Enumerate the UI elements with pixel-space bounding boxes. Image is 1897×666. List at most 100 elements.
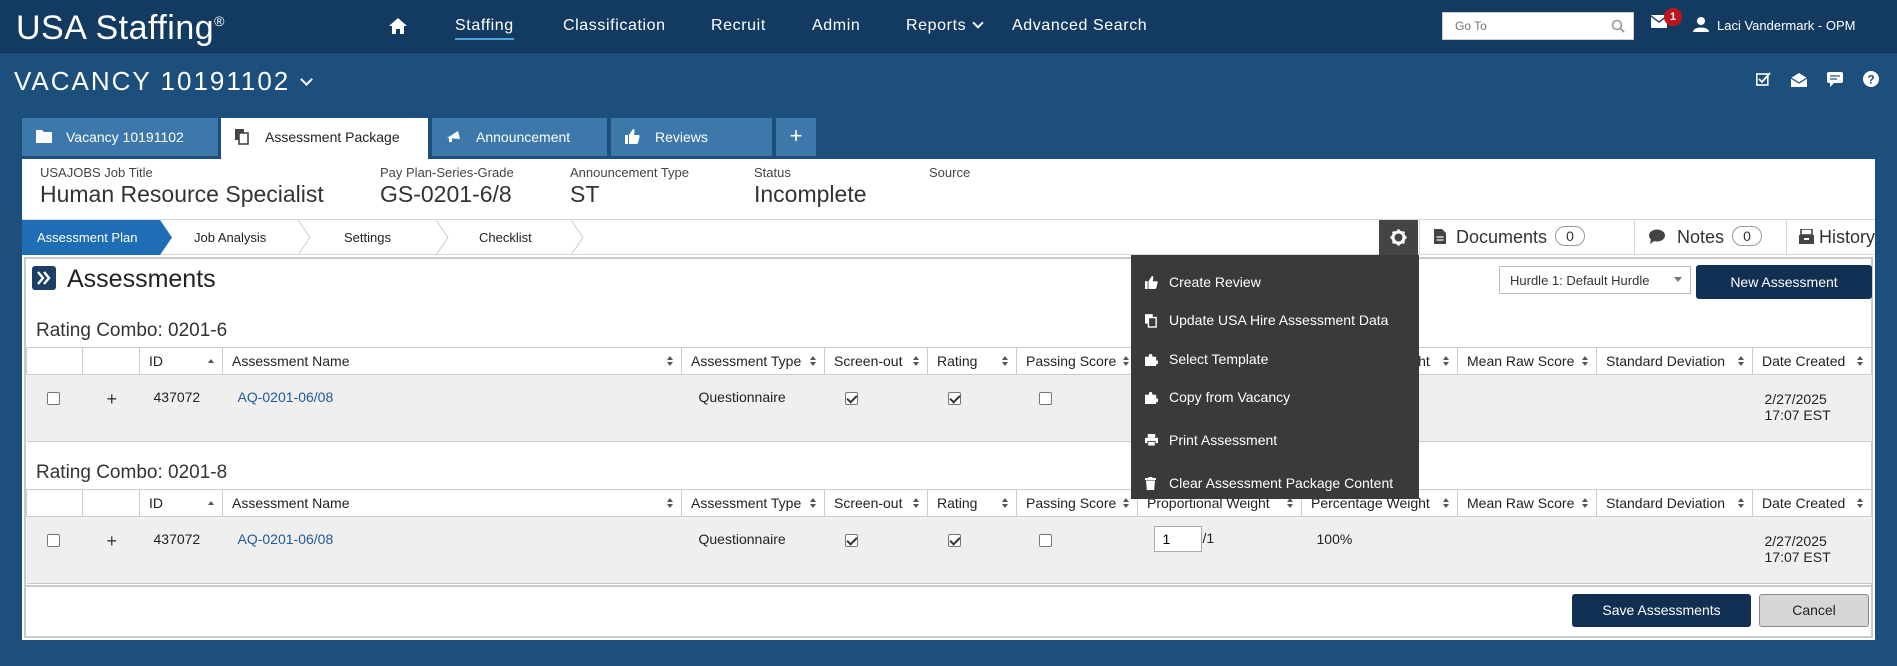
rating-checkbox[interactable] [947,391,961,405]
menu-update-usa-hire[interactable]: Update USA Hire Assessment Data [1131,306,1419,336]
info-job-title: USAJOBS Job Title Human Resource Special… [40,165,324,208]
help-icon[interactable]: ? [1863,71,1879,90]
info-status-label: Status [754,165,791,180]
column-standard-deviation[interactable]: Standard Deviation [1596,489,1753,517]
column-standard-deviation[interactable]: Standard Deviation [1596,347,1753,375]
nav-advanced-search[interactable]: Advanced Search [1012,17,1147,35]
documents-label: Documents [1456,227,1548,247]
row-select-checkbox[interactable] [46,533,60,547]
column-date-created[interactable]: Date Created [1752,489,1872,517]
inbox-icon[interactable] [1790,72,1808,90]
cell-date-created: 2/27/2025 17:07 EST [1752,516,1872,584]
tab-vacancy-label: Vacancy 10191102 [66,129,184,145]
screen-out-checkbox[interactable] [844,533,858,547]
column-passing-score[interactable]: Passing Score [1016,489,1138,517]
sort-icon [667,498,673,510]
user-name: Laci Vandermark - OPM [1717,18,1856,33]
nav-staffing[interactable]: Staffing [455,17,514,40]
cell-id: 437072 [139,374,223,442]
info-source-label: Source [929,165,971,180]
tab-announcement[interactable]: Announcement [432,118,607,156]
step-checklist[interactable]: Checklist [479,220,532,255]
column-rating[interactable]: Rating [927,489,1017,517]
vacancy-title[interactable]: VACANCY 10191102 [14,66,314,97]
menu-copy-from-vacancy[interactable]: Copy from Vacancy [1131,383,1419,413]
new-assessment-button[interactable]: New Assessment [1696,265,1872,299]
column-screen-out[interactable]: Screen-out [824,489,928,517]
step-assessment-plan[interactable]: Assessment Plan [22,220,160,255]
menu-clear-package-label: Clear Assessment Package Content [1169,475,1394,491]
menu-clear-package[interactable]: Clear Assessment Package Content [1131,469,1419,499]
sort-icon [1582,498,1588,510]
cell-assessment-name: AQ-0201-06/08 [222,516,682,584]
tab-vacancy[interactable]: Vacancy 10191102 [22,118,218,156]
hurdle-select[interactable]: Hurdle 1: Default Hurdle [1499,266,1691,294]
column-passing-score[interactable]: Passing Score [1016,347,1138,375]
usa-staffing-logo[interactable]: USA Staffing® [16,9,225,48]
user-menu[interactable]: Laci Vandermark - OPM [1693,16,1855,35]
nav-recruit[interactable]: Recruit [711,17,766,35]
sort-ascending-icon [208,359,214,363]
nav-reports[interactable]: Reports [906,17,984,35]
notes-button[interactable]: Notes 0 [1634,220,1786,255]
column-id[interactable]: ID [139,489,223,517]
column-screen-out[interactable]: Screen-out [824,347,928,375]
search-icon[interactable] [1611,19,1625,33]
menu-print-assessment[interactable]: Print Assessment [1131,426,1419,456]
expand-row-icon[interactable]: + [107,531,118,551]
menu-select-template[interactable]: Select Template [1131,345,1419,375]
tab-reviews[interactable]: Reviews [611,118,772,156]
column-mean-raw-score[interactable]: Mean Raw Score [1457,489,1597,517]
thumbs-up-icon [625,129,640,144]
gear-menu-button[interactable] [1379,220,1418,256]
notes-count: 0 [1732,226,1763,247]
proportional-weight-input[interactable] [1153,526,1202,552]
home-icon[interactable] [388,17,408,35]
column-id[interactable]: ID [139,347,223,375]
checklist-icon[interactable] [1756,71,1772,90]
column-assessment-name[interactable]: Assessment Name [222,489,682,517]
add-tab-button[interactable]: + [776,118,816,156]
assessment-name-link[interactable]: AQ-0201-06/08 [238,531,334,547]
menu-copy-from-vacancy-label: Copy from Vacancy [1169,389,1291,405]
history-label: History [1819,227,1876,247]
passing-score-checkbox[interactable] [1038,533,1052,547]
column-assessment-type[interactable]: Assessment Type [681,489,825,517]
column-assessment-type[interactable]: Assessment Type [681,347,825,375]
sort-ascending-icon [208,501,214,505]
nav-admin[interactable]: Admin [812,17,860,35]
expand-column [82,489,140,517]
chevron-down-icon [972,17,984,29]
column-date-created[interactable]: Date Created [1752,347,1872,375]
cell-assessment-type: Questionnaire [681,516,825,584]
documents-button[interactable]: Documents 0 [1419,220,1634,255]
expand-row-icon[interactable]: + [107,389,118,409]
assessment-name-link[interactable]: AQ-0201-06/08 [238,389,334,405]
nav-classification[interactable]: Classification [563,17,666,35]
sort-icon [810,356,816,368]
goto-input[interactable] [1443,13,1603,39]
step-settings[interactable]: Settings [344,220,391,255]
history-button[interactable]: History [1786,220,1875,255]
hurdle-select-value: Hurdle 1: Default Hurdle [1510,273,1650,288]
info-ppsg-label: Pay Plan-Series-Grade [380,165,514,180]
column-assessment-name[interactable]: Assessment Name [222,347,682,375]
comment-icon[interactable] [1827,71,1844,90]
table-header: ID Assessment Name Assessment Type Scree… [26,347,1872,375]
column-mean-raw-score[interactable]: Mean Raw Score [1457,347,1597,375]
sort-icon [1123,498,1129,510]
passing-score-checkbox[interactable] [1038,391,1052,405]
column-rating[interactable]: Rating [927,347,1017,375]
menu-create-review[interactable]: Create Review [1131,268,1419,298]
save-assessments-button[interactable]: Save Assessments [1572,594,1751,627]
expand-button[interactable] [32,266,56,290]
rating-checkbox[interactable] [947,533,961,547]
step-job-analysis[interactable]: Job Analysis [194,220,266,255]
step-divider [436,220,449,255]
screen-out-checkbox[interactable] [844,391,858,405]
print-icon [1145,434,1158,446]
cancel-button[interactable]: Cancel [1759,594,1869,627]
tab-assessment-package[interactable]: Assessment Package [221,118,428,159]
row-select-checkbox[interactable] [46,391,60,405]
cell-date-created: 2/27/2025 17:07 EST [1752,374,1872,442]
